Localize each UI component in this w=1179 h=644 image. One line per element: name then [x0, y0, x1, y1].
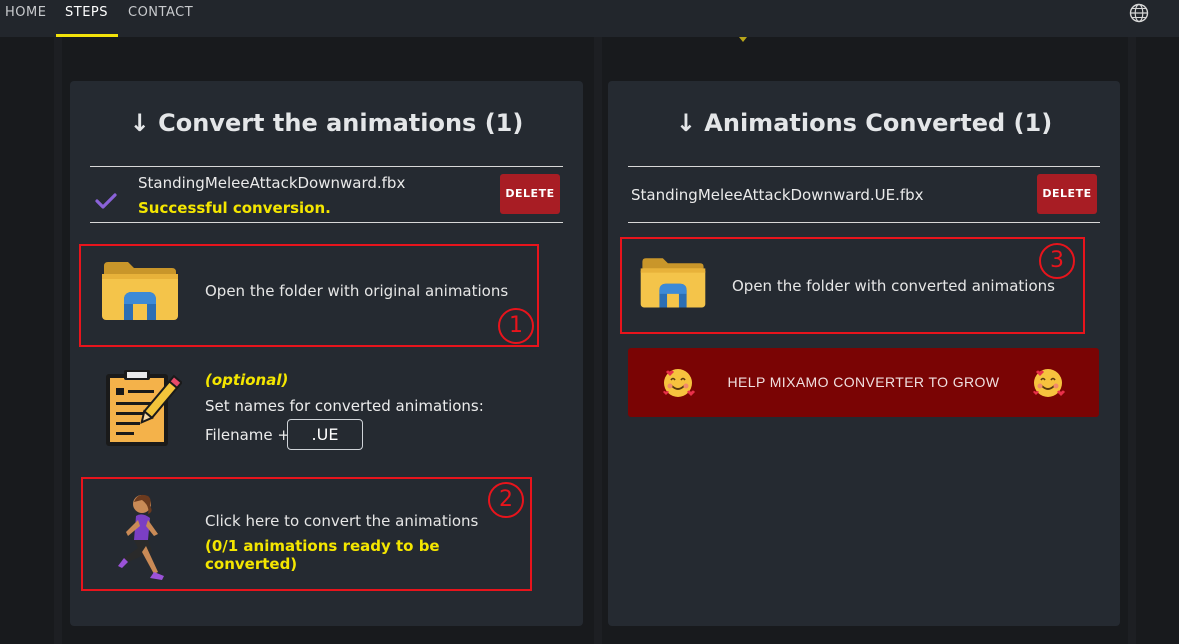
conversion-status: Successful conversion. — [138, 199, 331, 217]
divider — [628, 166, 1100, 167]
step-2-highlight — [81, 477, 532, 591]
step-3-marker: 3 — [1039, 243, 1075, 279]
help-button-label: HELP MIXAMO CONVERTER TO GROW — [727, 374, 1000, 390]
delete-original-button[interactable]: DELETE — [500, 174, 560, 214]
divider — [90, 166, 563, 167]
step-1-marker: 1 — [498, 308, 534, 344]
background-stripe — [54, 37, 62, 644]
background-stripe — [594, 37, 602, 644]
edit-document-icon — [106, 370, 182, 446]
delete-converted-button[interactable]: DELETE — [1037, 174, 1097, 214]
optional-label: (optional) — [205, 371, 289, 389]
background-stripe — [1128, 37, 1136, 644]
nav-contact[interactable]: CONTACT — [128, 0, 193, 37]
divider — [628, 222, 1100, 223]
caret-down-icon — [739, 37, 747, 42]
divider — [90, 222, 563, 223]
step-3-highlight — [620, 237, 1085, 334]
naming-description: Set names for converted animations: — [205, 397, 484, 415]
nav-home[interactable]: HOME — [5, 0, 46, 37]
check-icon — [95, 193, 117, 209]
help-mixamo-converter-button[interactable]: HELP MIXAMO CONVERTER TO GROW — [628, 348, 1099, 417]
converted-panel-title: ↓ Animations Converted (1) — [675, 109, 1053, 137]
filename-label: Filename + — [205, 426, 290, 444]
smiling-face-with-hearts-icon — [1033, 369, 1065, 397]
globe-icon[interactable] — [1128, 2, 1150, 24]
nav-steps[interactable]: STEPS — [56, 0, 118, 37]
top-nav: HOME STEPS CONTACT — [0, 0, 1179, 37]
filename-suffix-input[interactable] — [287, 419, 363, 450]
step-2-marker: 2 — [488, 482, 524, 518]
step-1-highlight — [79, 244, 539, 347]
converted-file-name: StandingMeleeAttackDownward.UE.fbx — [631, 186, 924, 204]
original-file-name: StandingMeleeAttackDownward.fbx — [138, 174, 406, 192]
convert-panel-title: ↓ Convert the animations (1) — [129, 109, 524, 137]
